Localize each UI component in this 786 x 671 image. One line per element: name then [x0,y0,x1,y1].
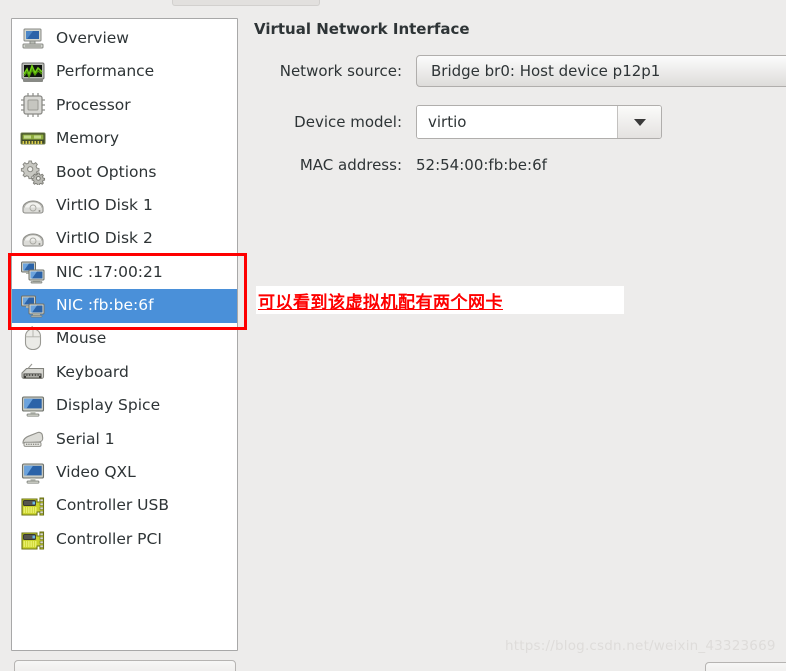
hardware-list-item-label: Mouse [56,329,107,348]
hardware-list-item-label: Controller USB [56,496,169,515]
graph-icon [20,59,46,85]
hardware-list-item-label: VirtIO Disk 1 [56,195,153,214]
hardware-list-item[interactable]: Serial 1 [12,423,237,456]
device-model-row: Device model: virtio [250,105,662,139]
mac-address-label: MAC address: [299,156,402,174]
device-model-value[interactable]: virtio [417,106,617,138]
hardware-list-item[interactable]: Boot Options [12,156,237,189]
chevron-down-icon [633,118,646,126]
gears-icon [20,159,46,186]
network-source-value: Bridge br0: Host device p12p1 [431,62,661,80]
mac-address-value: 52:54:00:fb:be:6f [416,156,547,174]
mac-address-row: MAC address: 52:54:00:fb:be:6f [250,156,547,174]
hardware-list-item-label: Serial 1 [56,429,115,448]
harddisk-icon [20,193,46,219]
pci-controller-icon [20,527,46,553]
hardware-list-item[interactable]: Display Spice [12,389,237,422]
hardware-list-item[interactable]: VirtIO Disk 1 [12,189,237,222]
add-hardware-button[interactable] [14,660,236,671]
hardware-list-item-label: VirtIO Disk 2 [56,229,153,248]
hardware-list-item[interactable]: Memory [12,122,237,155]
display-icon [20,393,46,419]
hardware-list-item[interactable]: Mouse [12,323,237,356]
hardware-list-item-label: Keyboard [56,362,129,381]
detail-pane: Virtual Network Interface Network source… [250,0,786,671]
keyboard-icon [20,360,46,386]
hardware-list-item[interactable]: Performance [12,55,237,88]
computer-icon [20,26,46,52]
hardware-list-item-label: NIC :17:00:21 [56,262,163,281]
hardware-list-item[interactable]: Controller USB [12,489,237,522]
hardware-list-item-label: Video QXL [56,463,136,482]
harddisk-icon [20,226,46,252]
network-source-row: Network source: Bridge br0: Host device … [250,55,786,87]
network-source-label: Network source: [279,62,402,80]
cpu-icon [20,92,46,118]
hardware-list[interactable]: Overview Performance Processor Memory Boot O… [12,19,237,556]
mouse-icon [20,326,46,352]
hardware-list-item-label: Boot Options [56,162,157,181]
hardware-list-item[interactable]: Keyboard [12,356,237,389]
hardware-list-item[interactable]: NIC :17:00:21 [12,256,237,289]
hardware-list-item-label: Display Spice [56,396,161,415]
memory-icon [20,126,46,152]
serial-port-icon [20,426,46,452]
hardware-list-item-label: Overview [56,28,129,47]
network-card-icon [20,293,46,319]
hardware-list-item[interactable]: Processor [12,89,237,122]
device-model-dropdown-button[interactable] [617,106,661,138]
hardware-list-item[interactable]: NIC :fb:be:6f [12,289,237,323]
pci-controller-icon [20,493,46,519]
device-model-combo[interactable]: virtio [416,105,662,139]
hardware-list-item-label: NIC :fb:be:6f [56,296,154,315]
hardware-list-item[interactable]: Video QXL [12,456,237,489]
hardware-list-item[interactable]: Overview [12,22,237,55]
bottom-right-button[interactable] [705,662,786,671]
hardware-list-item-label: Memory [56,129,120,148]
hardware-list-item[interactable]: Controller PCI [12,523,237,556]
watermark: https://blog.csdn.net/weixin_43323669 [505,638,776,654]
display-icon [20,460,46,486]
hardware-list-item[interactable]: VirtIO Disk 2 [12,222,237,255]
page-title: Virtual Network Interface [254,20,470,38]
annotation-text: 可以看到该虚拟机配有两个网卡 [258,292,503,313]
network-source-combo[interactable]: Bridge br0: Host device p12p1 [416,55,786,87]
virt-manager-hardware-details-window: Overview Performance Processor Memory Boot O… [0,0,786,671]
hardware-list-panel[interactable]: Overview Performance Processor Memory Boot O… [11,18,238,651]
network-card-icon [20,259,46,285]
hardware-list-item-label: Controller PCI [56,529,162,548]
device-model-label: Device model: [294,113,402,131]
hardware-list-item-label: Processor [56,95,131,114]
hardware-list-item-label: Performance [56,62,155,81]
annotation-note: 可以看到该虚拟机配有两个网卡 [256,286,624,314]
